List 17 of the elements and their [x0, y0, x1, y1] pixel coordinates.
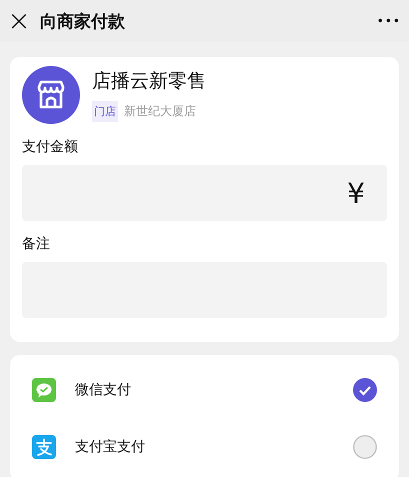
more-button[interactable]: ••• — [376, 14, 401, 28]
close-button[interactable]: × — [6, 7, 32, 35]
payment-method-label: 微信支付 — [75, 380, 132, 398]
input-field[interactable]: ¥ — [22, 165, 387, 221]
radio-button[interactable] — [353, 378, 377, 402]
store-icon — [22, 66, 80, 124]
store-name: 新世纪大厦店 — [124, 103, 196, 120]
alipay-icon — [32, 434, 56, 458]
page-title: 向商家付款 — [40, 10, 126, 32]
store-tag: 门店 — [92, 101, 118, 122]
radio-button[interactable] — [353, 434, 377, 458]
currency-symbol: ¥ — [347, 176, 365, 210]
chat-bubble-icon — [32, 378, 56, 402]
field-label: 支付金额 — [22, 138, 79, 156]
payment-method-label: 支付宝支付 — [75, 438, 146, 456]
merchant-name: 店播云新零售 — [92, 69, 206, 94]
field-label: 备注 — [22, 235, 51, 253]
